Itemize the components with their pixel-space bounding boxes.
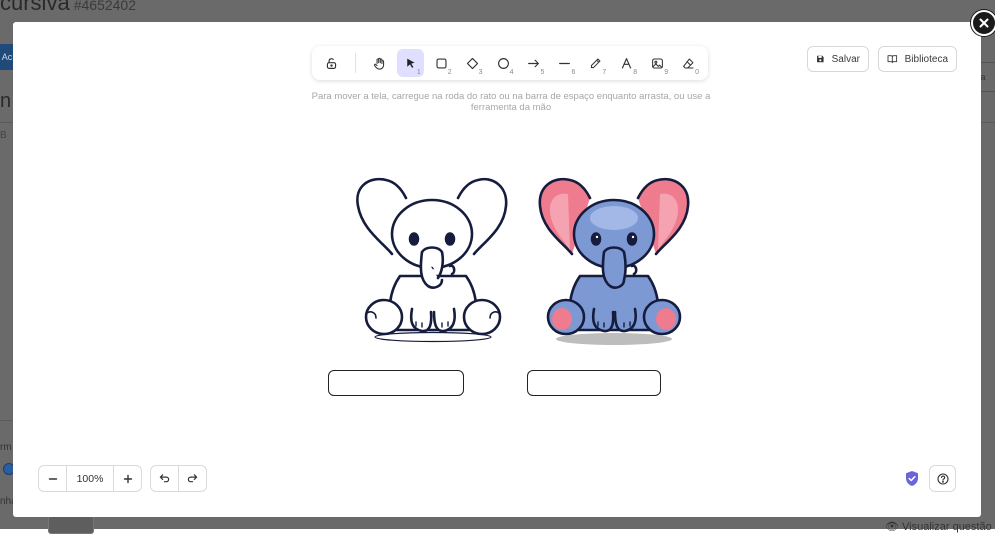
library-button-label: Biblioteca [904,53,948,65]
whiteboard-modal: 1 2 3 4 5 6 7 8 9 0 Para mover a tela, c… [13,22,981,517]
shortcut-key: 5 [540,69,545,76]
canvas-hint-text: Para mover a tela, carregue na roda do r… [311,91,711,113]
text-tool-button[interactable]: 8 [613,49,640,77]
right-label-box[interactable] [527,370,661,396]
close-modal-button[interactable] [971,10,995,36]
image-tool-button[interactable]: 9 [644,49,671,77]
background-button [48,516,94,534]
colored-elephant-image [538,177,690,345]
zoom-out-button[interactable] [39,466,66,491]
hand-icon [373,57,384,70]
library-button[interactable]: Biblioteca [878,46,957,72]
rectangle-icon [436,57,447,69]
shortcut-key: 8 [633,69,638,76]
redo-button[interactable] [178,466,206,491]
diamond-icon [466,57,478,69]
plus-icon [123,474,132,483]
book-open-icon [887,55,898,64]
toolbar-separator [354,53,356,73]
eraser-tool-button[interactable]: 0 [675,49,702,77]
pointer-icon [407,58,415,68]
whiteboard-canvas[interactable]: 1 2 3 4 5 6 7 8 9 0 Para mover a tela, c… [26,34,968,506]
rectangle-tool-button[interactable]: 2 [428,49,455,77]
background-heading-fragment: n [0,90,12,112]
minus-icon [48,477,57,480]
drawing-toolbar: 1 2 3 4 5 6 7 8 9 0 [312,46,708,80]
hand-tool-button[interactable] [366,49,393,77]
background-blue-button: Ac [0,44,14,70]
pencil-tool-button[interactable]: 7 [582,49,609,77]
shortcut-key: 2 [447,69,452,76]
floppy-disk-icon [817,55,824,63]
shield-check-icon[interactable] [904,470,920,487]
background-form-text: rm [0,442,12,453]
shortcut-key: 6 [571,69,576,76]
arrow-tool-button[interactable]: 5 [521,49,548,77]
zoom-controls: 100% [38,465,142,492]
help-circle-icon [936,472,949,485]
diamond-tool-button[interactable]: 3 [459,49,486,77]
lock-tool-button[interactable] [318,49,345,77]
undo-icon [159,474,170,483]
redo-icon [187,474,198,483]
ellipse-icon [497,57,509,69]
ellipse-tool-button[interactable]: 4 [490,49,517,77]
arrow-right-icon [528,59,540,67]
shortcut-key: 7 [602,69,607,76]
help-button[interactable] [929,465,956,492]
background-view-question-link: 👁 Visualizar questão [885,521,992,533]
save-button[interactable]: Salvar [807,46,869,72]
zoom-level[interactable]: 100% [66,466,114,491]
unlock-icon [326,57,337,69]
history-controls [150,465,207,492]
shortcut-key: 4 [509,69,514,76]
background-label: B [0,130,7,141]
save-button-label: Salvar [831,53,860,65]
shortcut-key: 9 [664,69,669,76]
background-page-title: cursiva #4652402 [0,0,136,15]
pencil-icon [591,58,601,68]
shortcut-key: 3 [478,69,483,76]
outline-elephant-image [356,177,508,343]
undo-button[interactable] [151,466,178,491]
zoom-in-button[interactable] [114,466,141,491]
close-icon [979,18,989,28]
image-icon [652,58,664,68]
elephants-drawing[interactable] [314,154,694,404]
eraser-icon [683,58,694,68]
line-icon [559,62,571,64]
shortcut-key: 0 [695,69,700,76]
line-tool-button[interactable]: 6 [551,49,578,77]
shortcut-key: 1 [416,69,421,76]
selection-tool-button[interactable]: 1 [396,49,424,77]
text-icon [622,57,632,69]
left-label-box[interactable] [328,370,464,396]
